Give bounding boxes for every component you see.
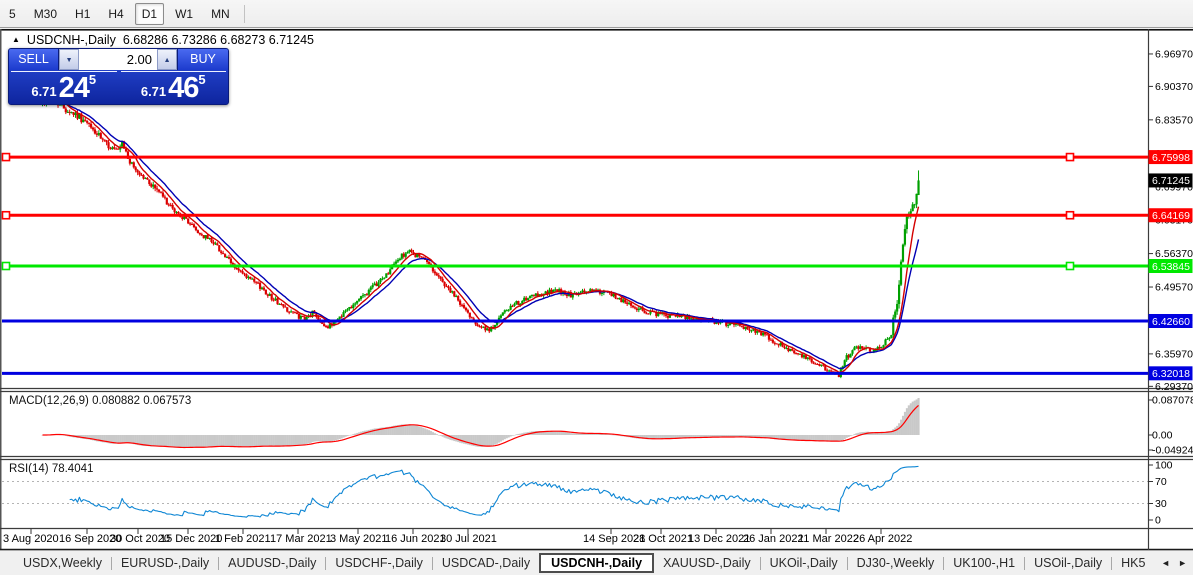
volume-increase-button[interactable]: ▲ <box>157 49 178 70</box>
chart-tab-audusd-daily[interactable]: AUDUSD-,Daily <box>219 554 325 572</box>
svg-text:16 Jun 2021: 16 Jun 2021 <box>385 533 446 545</box>
tabs-scroll-left-icon[interactable]: ◄ <box>1161 558 1170 568</box>
chart-tab-uk100-h1[interactable]: UK100-,H1 <box>944 554 1024 572</box>
svg-text:13 Dec 2021: 13 Dec 2021 <box>688 533 750 545</box>
chart-tab-usoil-daily[interactable]: USOil-,Daily <box>1025 554 1111 572</box>
svg-text:6.49570: 6.49570 <box>1155 282 1193 294</box>
svg-text:15 Dec 2020: 15 Dec 2020 <box>160 533 222 545</box>
svg-text:6.32018: 6.32018 <box>1152 368 1190 380</box>
timeframe-button-5[interactable]: 5 <box>2 3 23 25</box>
timeframe-button-m30[interactable]: M30 <box>27 3 64 25</box>
chart-tab-bar: USDX,Weekly EURUSD-,Daily AUDUSD-,Daily USD… <box>0 551 1193 575</box>
volume-decrease-button[interactable]: ▼ <box>59 49 80 70</box>
timeframe-button-h1[interactable]: H1 <box>68 3 97 25</box>
chart-tab-xauusd-daily[interactable]: XAUUSD-,Daily <box>654 554 760 572</box>
chart-info-line: ▲ USDCNH-,Daily 6.68286 6.73286 6.68273 … <box>12 33 314 47</box>
sell-price-prefix: 6.71 <box>31 84 57 99</box>
buy-price-big: 46 <box>168 72 199 104</box>
timeframe-button-h4[interactable]: H4 <box>101 3 130 25</box>
chart-tab-hk5[interactable]: HK5 <box>1112 554 1154 572</box>
chart-tab-eurusd-daily[interactable]: EURUSD-,Daily <box>112 554 218 572</box>
chart-tab-dj30-weekly[interactable]: DJ30-,Weekly <box>848 554 944 572</box>
svg-text:100: 100 <box>1155 460 1173 472</box>
svg-text:6.53845: 6.53845 <box>1152 261 1190 273</box>
timeframe-toolbar: 5 M30 H1 H4 D1 W1 MN <box>0 0 1193 28</box>
chart-tab-usdcnh-daily[interactable]: USDCNH-,Daily <box>539 553 655 573</box>
chart-tabs: USDX,Weekly EURUSD-,Daily AUDUSD-,Daily USD… <box>14 551 1157 575</box>
svg-text:-0.049247: -0.049247 <box>1152 445 1193 457</box>
chart-tab-usdcad-daily[interactable]: USDCAD-,Daily <box>433 554 539 572</box>
svg-text:17 Mar 2021: 17 Mar 2021 <box>270 533 332 545</box>
one-click-trading-panel: SELL ▼ ▲ BUY 6.71 24 5 6.71 46 5 <box>8 48 229 105</box>
chart-tab-ukoil-daily[interactable]: UKOil-,Daily <box>761 554 847 572</box>
svg-text:11 Mar 2022: 11 Mar 2022 <box>798 533 859 545</box>
symbol-period-label: USDCNH-,Daily <box>26 33 116 47</box>
chart-tab-usdchf-daily[interactable]: USDCHF-,Daily <box>326 554 432 572</box>
sell-price-big: 24 <box>58 72 90 104</box>
volume-input[interactable] <box>79 49 158 70</box>
price-axis: 6.969706.903706.835706.767706.699706.631… <box>1148 49 1193 527</box>
svg-text:0: 0 <box>1155 515 1161 527</box>
svg-text:6.75998: 6.75998 <box>1152 152 1190 164</box>
buy-price-prefix: 6.71 <box>140 84 167 99</box>
collapse-arrow-icon[interactable]: ▲ <box>12 35 20 44</box>
ohlc-values: 6.68286 6.73286 6.68273 6.71245 <box>122 33 314 47</box>
svg-text:6.42660: 6.42660 <box>1152 316 1190 328</box>
svg-text:26 Jan 2022: 26 Jan 2022 <box>743 533 804 545</box>
svg-text:6.56370: 6.56370 <box>1155 248 1193 260</box>
svg-text:70: 70 <box>1155 476 1167 488</box>
svg-text:28 Oct 2021: 28 Oct 2021 <box>633 533 693 545</box>
svg-text:6.64169: 6.64169 <box>1152 210 1190 222</box>
timeframe-button-mn[interactable]: MN <box>204 3 237 25</box>
sell-price-sup: 5 <box>88 72 97 87</box>
svg-text:0.00: 0.00 <box>1152 430 1173 442</box>
svg-text:6.83570: 6.83570 <box>1155 114 1193 126</box>
buy-price-display[interactable]: 6.71 46 5 <box>120 71 226 105</box>
buy-button[interactable]: BUY <box>177 49 228 70</box>
svg-text:6.35970: 6.35970 <box>1155 348 1193 360</box>
toolbar-separator <box>243 4 245 23</box>
timeframe-button-d1[interactable]: D1 <box>134 2 165 25</box>
sell-price-display[interactable]: 6.71 24 5 <box>11 71 117 105</box>
svg-text:26 Apr 2022: 26 Apr 2022 <box>853 533 912 545</box>
tabs-scroll-right-icon[interactable]: ► <box>1178 558 1187 568</box>
chart-tab-usdx-weekly[interactable]: USDX,Weekly <box>14 554 111 572</box>
rsi-label: RSI(14) 78.4041 <box>9 463 94 475</box>
svg-text:3 Aug 2020: 3 Aug 2020 <box>3 533 59 545</box>
svg-text:6.71245: 6.71245 <box>1152 175 1190 187</box>
svg-text:6.96970: 6.96970 <box>1155 49 1193 61</box>
sell-button[interactable]: SELL <box>9 49 60 70</box>
svg-text:0.087078: 0.087078 <box>1152 395 1193 407</box>
svg-text:6.90370: 6.90370 <box>1155 81 1193 93</box>
svg-text:30: 30 <box>1155 498 1167 510</box>
svg-text:3 May 2021: 3 May 2021 <box>330 533 387 545</box>
macd-label: MACD(12,26,9) 0.080882 0.067573 <box>9 395 192 407</box>
svg-text:30 Jul 2021: 30 Jul 2021 <box>440 533 497 545</box>
timeframe-button-w1[interactable]: W1 <box>168 3 200 25</box>
volume-stepper: ▼ ▲ <box>59 49 178 70</box>
svg-text:6.29370: 6.29370 <box>1155 381 1193 393</box>
svg-text:1 Feb 2021: 1 Feb 2021 <box>215 533 271 545</box>
buy-price-sup: 5 <box>198 72 206 87</box>
